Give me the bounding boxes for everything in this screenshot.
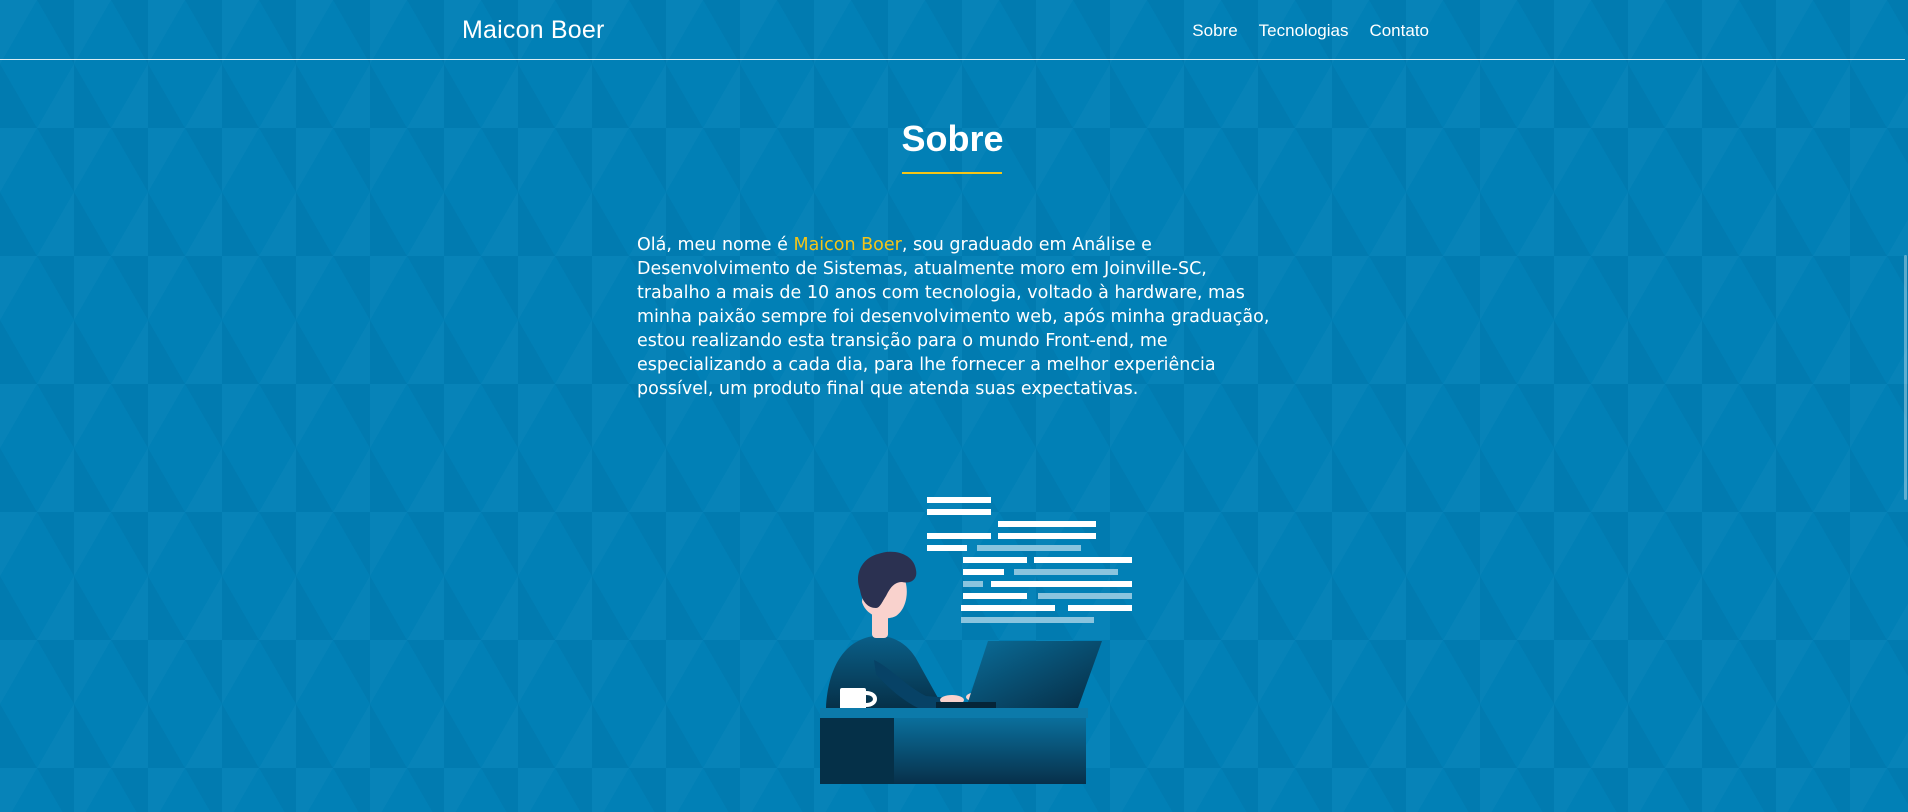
scrollbar-thumb[interactable]	[1904, 255, 1907, 500]
section-title-sobre: Sobre	[901, 118, 1004, 159]
about-text-body: , sou graduado em Análise e Desenvolvime…	[637, 235, 1270, 399]
main-nav: Sobre Tecnologias Contato	[1192, 21, 1429, 41]
title-underline	[902, 172, 1002, 174]
developer-at-laptop-illustration	[820, 497, 1132, 784]
about-name-highlight: Maicon Boer	[793, 235, 902, 255]
nav-link-contato[interactable]: Contato	[1369, 21, 1429, 41]
code-lines	[927, 497, 1132, 623]
about-text-intro: Olá, meu nome é	[637, 235, 794, 255]
person-figure	[826, 551, 990, 708]
nav-link-tecnologias[interactable]: Tecnologias	[1259, 21, 1349, 41]
top-navbar: Maicon Boer Sobre Tecnologias Contato	[0, 0, 1905, 60]
nav-link-sobre[interactable]: Sobre	[1192, 21, 1237, 41]
desk	[820, 708, 1088, 784]
brand-logo-link[interactable]: Maicon Boer	[462, 16, 605, 45]
about-paragraph: Olá, meu nome é Maicon Boer, sou graduad…	[637, 233, 1277, 401]
